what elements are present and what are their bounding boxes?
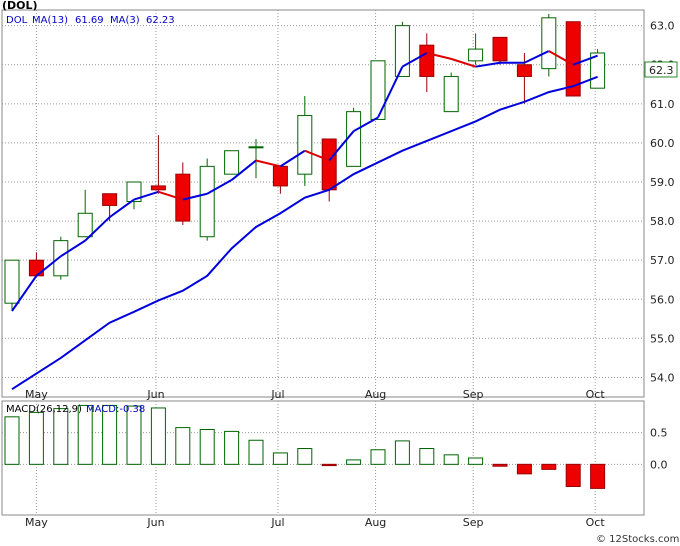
macd-bar — [541, 463, 557, 470]
macd-bar — [175, 427, 191, 465]
macd-bar — [565, 463, 581, 488]
candle-body — [53, 240, 69, 277]
legend-ma13-value: 61.69 — [75, 15, 104, 26]
candle-body — [102, 193, 118, 206]
macd-panel-frame — [1, 400, 645, 516]
price-x-tick-label: Aug — [365, 388, 386, 401]
macd-bar — [199, 429, 215, 465]
candle-body — [4, 259, 20, 304]
macd-bar — [297, 448, 313, 465]
macd-bar — [4, 416, 20, 465]
candle-body — [150, 185, 166, 191]
macd-bar — [28, 411, 44, 465]
macd-x-tick-label: Jun — [146, 516, 164, 529]
macd-bar — [516, 463, 532, 475]
macd-bar — [53, 408, 69, 465]
candle-body — [224, 150, 240, 175]
candle-body — [419, 44, 435, 77]
legend-ma3-label: MA(3) — [110, 15, 140, 26]
candle-body — [297, 115, 313, 175]
macd-bar — [419, 448, 435, 465]
price-y-tick-label: 59.0 — [650, 176, 675, 189]
price-y-tick-label: 58.0 — [650, 215, 675, 228]
macd-bar — [443, 454, 459, 465]
macd-x-tick-label: Oct — [586, 516, 606, 529]
price-x-tick-label: May — [25, 388, 48, 401]
candle-body — [272, 165, 288, 187]
macd-x-tick-label: Jul — [270, 516, 284, 529]
candle-body — [346, 111, 362, 167]
candle-body — [468, 48, 484, 62]
legend-ma3-value: 62.23 — [146, 15, 175, 26]
macd-x-tick-label: Aug — [365, 516, 386, 529]
candle-body — [492, 36, 508, 62]
candle-body — [541, 17, 557, 70]
macd-x-tick-label: May — [25, 516, 48, 529]
price-y-tick-label: 60.0 — [650, 137, 675, 150]
chart-title: (DOL) — [2, 0, 38, 12]
watermark: © 12Stocks.com — [596, 534, 679, 545]
price-x-tick-label: Sep — [463, 388, 484, 401]
price-y-tick-label: 57.0 — [650, 254, 675, 267]
macd-legend-value: MACD:-0.38 — [86, 404, 145, 415]
macd-x-tick-label: Sep — [463, 516, 484, 529]
candle-body — [516, 64, 532, 77]
price-y-tick-label: 55.0 — [650, 332, 675, 345]
candle-body — [443, 75, 459, 113]
candle-body — [77, 212, 93, 238]
candle-body — [248, 146, 264, 149]
price-y-tick-label: 63.0 — [650, 20, 675, 33]
macd-bar — [150, 407, 166, 465]
macd-legend-label: MACD(26,12,9) — [6, 404, 82, 415]
candle-body — [199, 165, 215, 238]
price-x-tick-label: Jun — [146, 388, 164, 401]
price-y-tick-label: 56.0 — [650, 293, 675, 306]
macd-bar — [394, 440, 410, 465]
macd-y-tick-label: 0.5 — [650, 427, 668, 440]
macd-y-tick-label: 0.0 — [650, 458, 668, 471]
macd-bar — [468, 457, 484, 465]
last-price-label: 62.3 — [649, 64, 674, 77]
stock-chart: 54.055.056.057.058.059.060.061.062.063.0… — [0, 0, 680, 546]
candle-body — [321, 138, 337, 191]
macd-bar — [370, 449, 386, 465]
price-y-tick-label: 54.0 — [650, 371, 675, 384]
macd-bar — [272, 452, 288, 465]
macd-bar — [346, 459, 362, 465]
chart-canvas: 54.055.056.057.058.059.060.061.062.063.0… — [0, 0, 680, 546]
macd-bar — [248, 439, 264, 465]
macd-bar — [590, 463, 606, 489]
macd-bar — [224, 430, 240, 465]
macd-bar — [492, 463, 508, 467]
price-y-tick-label: 61.0 — [650, 98, 675, 111]
price-x-tick-label: Oct — [586, 388, 606, 401]
candle-body — [28, 259, 44, 277]
legend-ma13-label: MA(13) — [32, 15, 68, 26]
price-x-tick-label: Jul — [270, 388, 284, 401]
macd-bar — [321, 463, 337, 467]
legend-symbol: DOL — [6, 15, 28, 26]
candle-body — [370, 60, 386, 120]
